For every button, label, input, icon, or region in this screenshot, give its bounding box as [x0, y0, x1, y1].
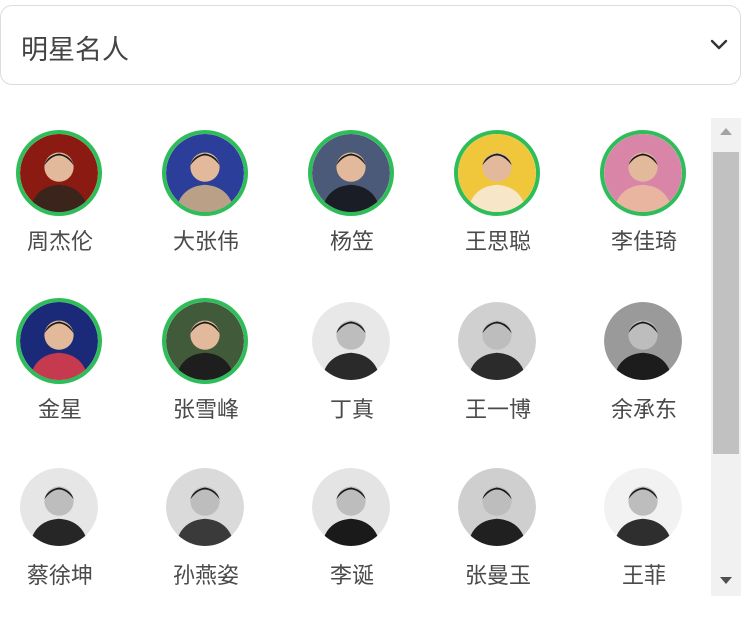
- category-dropdown-value: 明星名人: [21, 35, 129, 66]
- avatar[interactable]: [600, 130, 686, 216]
- avatar-photo: [458, 468, 536, 546]
- celebrity-option[interactable]: 王菲: [584, 452, 704, 602]
- avatar-photo: [166, 302, 244, 380]
- celebrity-option[interactable]: 李诞: [292, 452, 412, 602]
- celebrity-option[interactable]: 金星: [0, 286, 120, 436]
- avatar[interactable]: [16, 298, 102, 384]
- avatar[interactable]: [600, 464, 686, 550]
- avatar-photo: [20, 302, 98, 380]
- celebrity-name: 张曼玉: [464, 564, 531, 589]
- avatar[interactable]: [308, 298, 394, 384]
- avatar-photo: [312, 134, 390, 212]
- vertical-scrollbar[interactable]: [711, 118, 741, 596]
- celebrity-name: 杨笠: [329, 230, 374, 255]
- celebrity-option[interactable]: 余承东: [584, 286, 704, 436]
- celebrity-name: 王一博: [464, 398, 531, 423]
- celebrity-option[interactable]: 周杰伦: [0, 118, 120, 268]
- category-dropdown[interactable]: 明星名人: [0, 5, 741, 85]
- avatar[interactable]: [162, 298, 248, 384]
- celebrity-option[interactable]: 杨笠: [292, 118, 412, 268]
- celebrity-name: 余承东: [610, 398, 677, 423]
- avatar[interactable]: [454, 298, 540, 384]
- celebrity-option[interactable]: 孙燕姿: [146, 452, 266, 602]
- celebrity-option[interactable]: 王一博: [438, 286, 558, 436]
- celebrity-name: 李佳琦: [610, 230, 677, 255]
- celebrity-name: 王菲: [621, 564, 666, 589]
- avatar[interactable]: [162, 130, 248, 216]
- celebrity-name: 蔡徐坤: [26, 564, 93, 589]
- celebrity-name: 周杰伦: [26, 230, 93, 255]
- avatar[interactable]: [16, 130, 102, 216]
- avatar[interactable]: [454, 464, 540, 550]
- avatar-photo: [604, 302, 682, 380]
- avatar-photo: [458, 134, 536, 212]
- celebrity-option[interactable]: 李佳琦: [584, 118, 704, 268]
- celebrity-name: 金星: [37, 398, 82, 423]
- avatar[interactable]: [600, 298, 686, 384]
- avatar[interactable]: [308, 130, 394, 216]
- scroll-up-arrow-icon[interactable]: [720, 128, 732, 135]
- chevron-down-icon[interactable]: [710, 39, 728, 51]
- celebrity-option[interactable]: 王思聪: [438, 118, 558, 268]
- celebrity-option[interactable]: 丁真: [292, 286, 412, 436]
- celebrity-grid: 周杰伦 大张伟 杨笠 王思聪 李佳琦金星 张雪峰 丁真 王一博 余承东蔡徐坤 孙燕姿 李诞 张曼玉 王菲: [0, 118, 712, 598]
- celebrity-name: 丁真: [329, 398, 374, 423]
- celebrity-name: 张雪峰: [172, 398, 239, 423]
- celebrity-name: 孙燕姿: [172, 564, 239, 589]
- avatar[interactable]: [308, 464, 394, 550]
- celebrity-name: 李诞: [329, 564, 374, 589]
- celebrity-option[interactable]: 张曼玉: [438, 452, 558, 602]
- avatar-photo: [312, 302, 390, 380]
- scrollbar-thumb[interactable]: [713, 152, 739, 454]
- avatar[interactable]: [454, 130, 540, 216]
- celebrity-option[interactable]: 大张伟: [146, 118, 266, 268]
- avatar[interactable]: [16, 464, 102, 550]
- avatar-photo: [458, 302, 536, 380]
- avatar-photo: [166, 468, 244, 546]
- avatar[interactable]: [162, 464, 248, 550]
- avatar-photo: [166, 134, 244, 212]
- avatar-photo: [604, 134, 682, 212]
- avatar-photo: [20, 468, 98, 546]
- celebrity-option[interactable]: 张雪峰: [146, 286, 266, 436]
- avatar-photo: [604, 468, 682, 546]
- avatar-photo: [20, 134, 98, 212]
- celebrity-name: 王思聪: [464, 230, 531, 255]
- celebrity-name: 大张伟: [172, 230, 239, 255]
- scroll-down-arrow-icon[interactable]: [720, 577, 732, 584]
- celebrity-option[interactable]: 蔡徐坤: [0, 452, 120, 602]
- avatar-photo: [312, 468, 390, 546]
